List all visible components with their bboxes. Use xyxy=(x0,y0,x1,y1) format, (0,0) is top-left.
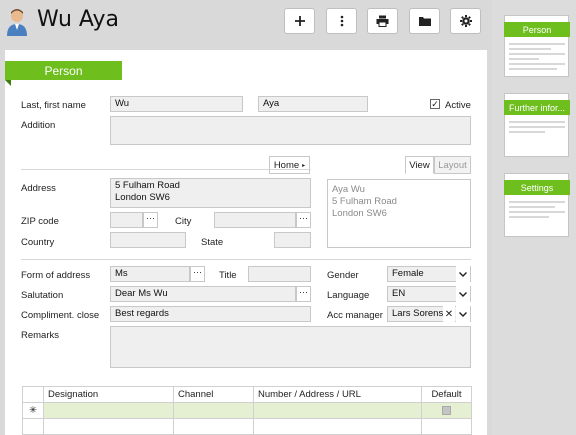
salutation-input[interactable]: Dear Ms Wu xyxy=(110,286,296,302)
cell xyxy=(173,418,254,435)
salutation-lookup-button[interactable]: ··· xyxy=(296,286,311,302)
thumb-further-info[interactable]: Further infor... xyxy=(504,93,570,157)
zip-lookup-button[interactable]: ··· xyxy=(143,212,158,228)
grid-header-row: Designation Channel Number / Address / U… xyxy=(22,386,472,403)
header: Wu Aya xyxy=(0,0,492,44)
section-tab-person: Person xyxy=(5,61,122,86)
active-label: Active xyxy=(445,100,471,111)
thumb-further-info-label: Further infor... xyxy=(504,100,570,115)
language-label: Language xyxy=(327,290,370,301)
cell xyxy=(421,418,472,435)
state-input[interactable] xyxy=(274,232,311,248)
grid-corner xyxy=(22,386,44,403)
address-label: Address xyxy=(21,183,56,194)
default-cell[interactable] xyxy=(421,402,472,419)
complimentary-close-input[interactable]: Best regards xyxy=(110,306,311,322)
address-type-dropdown[interactable]: Home ▸ xyxy=(269,156,310,174)
print-button[interactable] xyxy=(367,8,398,34)
chevron-down-icon xyxy=(456,306,470,322)
thumb-person-label: Person xyxy=(504,22,570,37)
tab-layout[interactable]: Layout xyxy=(434,156,471,174)
printer-icon xyxy=(376,15,389,27)
person-avatar-icon xyxy=(7,9,27,36)
form-of-address-lookup-button[interactable]: ··· xyxy=(190,266,205,282)
table-row xyxy=(22,418,472,435)
form-of-address-input[interactable]: Ms xyxy=(110,266,190,282)
column-header-number[interactable]: Number / Address / URL xyxy=(253,386,422,403)
add-button[interactable] xyxy=(284,8,315,34)
new-row-marker: ✳ xyxy=(22,402,44,419)
tab-view[interactable]: View xyxy=(405,156,434,174)
first-name-input[interactable]: Aya xyxy=(258,96,368,112)
page-title: Wu Aya xyxy=(37,7,119,32)
more-button[interactable] xyxy=(326,8,357,34)
title-label: Title xyxy=(219,270,237,281)
title-input[interactable] xyxy=(248,266,311,282)
row-marker xyxy=(22,418,44,435)
folder-button[interactable] xyxy=(409,8,440,34)
new-row[interactable]: ✳ xyxy=(22,402,472,419)
active-checkbox[interactable]: ✓ xyxy=(430,99,440,109)
remarks-label: Remarks xyxy=(21,330,60,341)
folder-icon xyxy=(418,17,431,26)
city-label: City xyxy=(175,216,192,227)
number-cell[interactable] xyxy=(253,402,422,419)
address-input[interactable]: 5 Fulham Road London SW6 xyxy=(110,178,311,208)
city-lookup-button[interactable]: ··· xyxy=(296,212,311,228)
thumb-person[interactable]: Person xyxy=(504,15,570,77)
divider xyxy=(21,259,471,260)
city-input[interactable] xyxy=(214,212,296,228)
salutation-label: Salutation xyxy=(21,290,64,301)
column-header-channel[interactable]: Channel xyxy=(173,386,254,403)
column-header-default[interactable]: Default xyxy=(421,386,472,403)
zip-input[interactable] xyxy=(110,212,143,228)
channel-cell[interactable] xyxy=(173,402,254,419)
section-navigator: Person Further infor... Settings xyxy=(492,0,576,435)
plus-icon xyxy=(294,16,305,26)
column-header-designation[interactable]: Designation xyxy=(43,386,174,403)
addition-input[interactable] xyxy=(110,116,471,145)
divider xyxy=(21,169,311,170)
remarks-input[interactable] xyxy=(110,326,471,368)
country-input[interactable] xyxy=(110,232,186,248)
default-checkbox[interactable] xyxy=(442,405,451,415)
gear-icon xyxy=(459,15,472,27)
thumb-settings-label: Settings xyxy=(504,180,570,195)
designation-cell[interactable] xyxy=(43,402,174,419)
chevron-down-icon xyxy=(456,266,470,282)
country-label: Country xyxy=(21,237,55,248)
address-preview: Aya Wu 5 Fulham Road London SW6 xyxy=(327,179,471,248)
cell xyxy=(253,418,422,435)
form-of-address-label: Form of address xyxy=(21,270,91,281)
thumb-settings[interactable]: Settings xyxy=(504,173,570,237)
complimentary-close-label: Compliment. close xyxy=(21,310,100,321)
dropdown-arrow-icon: ▸ xyxy=(302,162,306,169)
communication-grid: Designation Channel Number / Address / U… xyxy=(22,386,472,435)
more-vertical-icon xyxy=(340,15,343,27)
addition-label: Addition xyxy=(21,120,56,131)
clear-icon[interactable]: ✕ xyxy=(443,306,455,322)
last-first-label: Last, first name xyxy=(21,100,86,111)
settings-button[interactable] xyxy=(450,8,481,34)
acc-manager-label: Acc manager xyxy=(327,310,383,321)
person-form-card: Person Last, first name Wu Aya ✓ Active … xyxy=(5,50,487,435)
state-label: State xyxy=(201,237,224,248)
cell xyxy=(43,418,174,435)
gender-label: Gender xyxy=(327,270,359,281)
last-name-input[interactable]: Wu xyxy=(110,96,243,112)
zip-label: ZIP code xyxy=(21,216,59,227)
chevron-down-icon xyxy=(456,286,470,302)
